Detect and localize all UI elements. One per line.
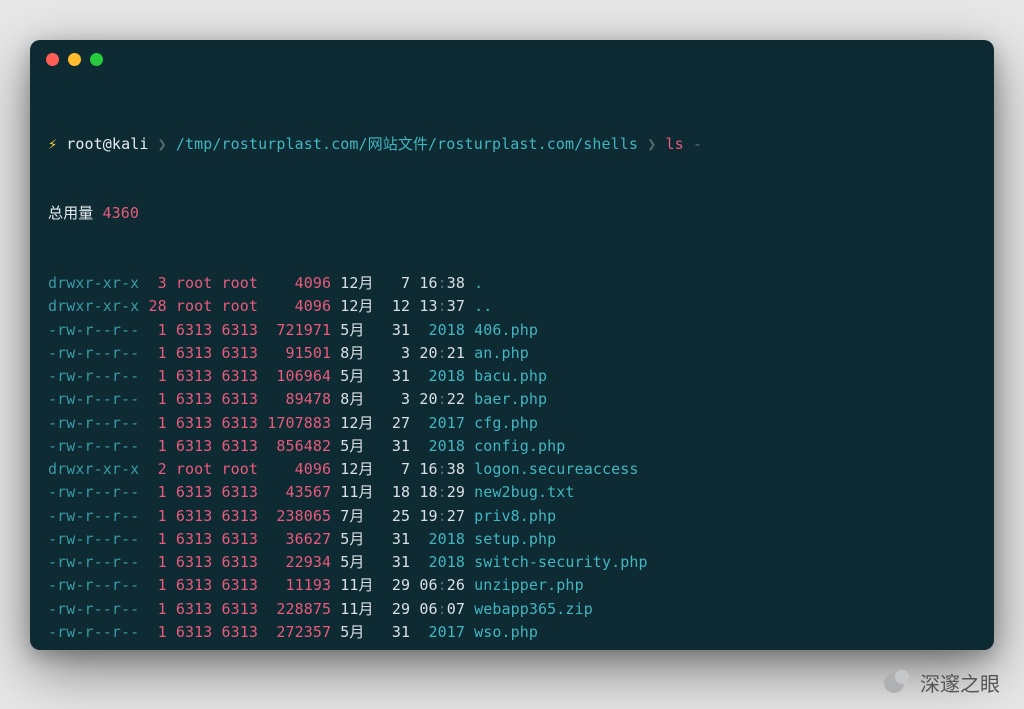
prompt-flag: -: [693, 135, 702, 153]
minimize-window-button[interactable]: [68, 53, 81, 66]
prompt-line: ⚡ root@kali ❯ /tmp/rosturplast.com/网站文件/…: [48, 133, 976, 156]
listing-row: -rw-r--r-- 1 6313 6313 22934 5月 31 2018 …: [48, 551, 976, 574]
listing-row: -rw-r--r-- 1 6313 6313 856482 5月 31 2018…: [48, 435, 976, 458]
listing-row: -rw-r--r-- 1 6313 6313 36627 5月 31 2018 …: [48, 528, 976, 551]
maximize-window-button[interactable]: [90, 53, 103, 66]
listing-row: drwxr-xr-x 2 root root 4096 12月 7 16:38 …: [48, 458, 976, 481]
prompt-command: ls: [665, 135, 683, 153]
watermark-text: 深邃之眼: [920, 668, 1000, 697]
listing-row: -rw-r--r-- 1 6313 6313 91501 8月 3 20:21 …: [48, 342, 976, 365]
total-line: 总用量 4360: [48, 202, 976, 225]
listing-row: -rw-r--r-- 1 6313 6313 272357 5月 31 2017…: [48, 621, 976, 644]
total-value: 4360: [102, 204, 139, 222]
listing-row: -rw-r--r-- 1 6313 6313 721971 5月 31 2018…: [48, 319, 976, 342]
prompt-sep-2: ❯: [647, 135, 656, 153]
listing-row: -rw-r--r-- 1 6313 6313 1707883 12月 27 20…: [48, 412, 976, 435]
wechat-icon: [884, 670, 910, 696]
terminal-body[interactable]: ⚡ root@kali ❯ /tmp/rosturplast.com/网站文件/…: [30, 78, 994, 650]
listing-row: drwxr-xr-x 3 root root 4096 12月 7 16:38 …: [48, 272, 976, 295]
total-label: 总用量: [48, 204, 93, 222]
listing-row: -rw-r--r-- 1 6313 6313 228875 11月 29 06:…: [48, 598, 976, 621]
bolt-icon: ⚡: [48, 135, 57, 153]
prompt-userhost: root@kali: [66, 135, 148, 153]
prompt-sep-1: ❯: [158, 135, 167, 153]
prompt-path: /tmp/rosturplast.com/网站文件/rosturplast.co…: [176, 135, 638, 153]
listing-row: -rw-r--r-- 1 6313 6313 106964 5月 31 2018…: [48, 365, 976, 388]
listing-row: -rw-r--r-- 1 6313 6313 89478 8月 3 20:22 …: [48, 388, 976, 411]
watermark: 深邃之眼: [884, 668, 1000, 697]
listing-row: -rw-r--r-- 1 6313 6313 43567 11月 18 18:2…: [48, 481, 976, 504]
listing-row: -rw-r--r-- 1 6313 6313 11193 11月 29 06:2…: [48, 574, 976, 597]
listing-row: -rw-r--r-- 1 6313 6313 238065 7月 25 19:2…: [48, 505, 976, 528]
terminal-window: ⚡ root@kali ❯ /tmp/rosturplast.com/网站文件/…: [30, 40, 994, 650]
listing-rows: drwxr-xr-x 3 root root 4096 12月 7 16:38 …: [48, 272, 976, 644]
window-titlebar: [30, 40, 994, 78]
close-window-button[interactable]: [46, 53, 59, 66]
listing-row: drwxr-xr-x 28 root root 4096 12月 12 13:3…: [48, 295, 976, 318]
